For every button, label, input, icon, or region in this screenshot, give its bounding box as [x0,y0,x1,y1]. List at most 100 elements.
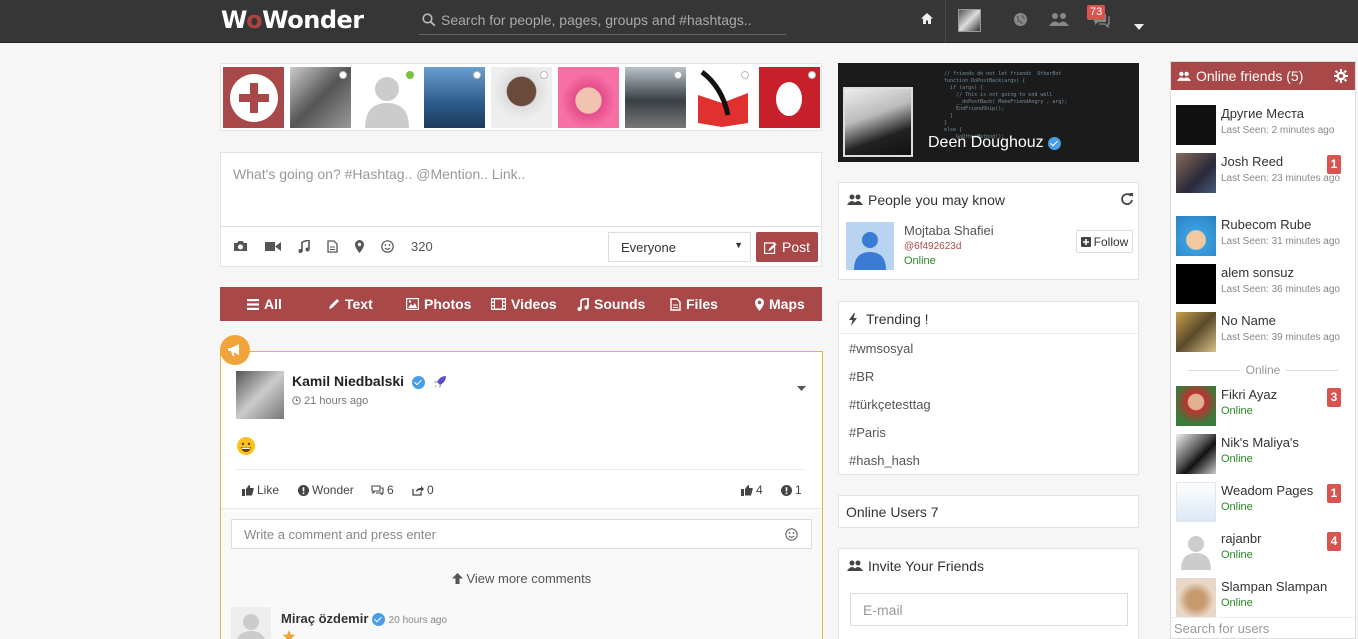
rocket-icon [433,376,446,389]
comment-input[interactable] [232,520,772,548]
create-story-button[interactable] [223,67,284,128]
post-author-name[interactable]: Kamil Niedbalski [292,373,404,389]
wonder-button[interactable]: Wonder [298,483,354,497]
home-icon[interactable] [920,12,934,28]
friend-name: Josh Reed [1221,154,1284,169]
users-icon [847,560,863,571]
widget-title: People you may know [847,192,1005,208]
music-icon[interactable] [298,239,310,253]
friend-name: Slampan Slampan [1221,579,1328,594]
unread-badge: 3 [1327,388,1341,407]
story-thumbnail[interactable] [692,67,753,128]
story-thumbnail[interactable] [357,67,418,128]
post-options-icon[interactable] [797,379,806,394]
globe-icon[interactable] [1013,12,1028,30]
post-button[interactable]: Post [756,232,818,262]
comment-author-name[interactable]: Miraç özdemir [281,611,368,626]
trending-tag[interactable]: #wmsosyal [849,341,913,356]
site-logo[interactable]: WoWonder [221,6,364,34]
unread-badge: 1 [1327,155,1341,174]
comment-author-avatar[interactable] [231,607,271,639]
widget-title: Trending ! [849,311,929,327]
sidebar-header: Online friends (5) [1171,62,1355,90]
wonders-count[interactable]: 1 [781,483,802,497]
suggested-user-status: Online [904,255,936,267]
friend-item[interactable]: No Name Last Seen: 39 minutes ago [1176,312,1354,356]
trending-tag[interactable]: #hash_hash [849,453,920,468]
filter-photos[interactable]: Photos [406,296,471,312]
follow-button[interactable]: Follow [1076,230,1133,253]
suggested-user-avatar[interactable] [846,222,894,270]
user-avatar[interactable] [958,9,981,32]
gear-icon[interactable] [1334,69,1348,86]
profile-avatar[interactable] [843,87,913,157]
likes-count[interactable]: 4 [741,483,763,497]
story-thumbnail[interactable] [290,67,351,128]
smiley-icon[interactable] [785,528,798,541]
story-thumbnail[interactable] [424,67,485,128]
filter-label: Maps [769,296,805,312]
story-thumbnail[interactable] [759,67,820,128]
camera-icon[interactable] [233,240,248,252]
friend-status: Online [1221,597,1253,609]
user-search-input[interactable] [1171,618,1351,638]
verified-icon [411,375,425,389]
trending-tag[interactable]: #Paris [849,425,886,440]
sidebar-search [1171,617,1355,639]
wonders-number: 1 [795,483,802,497]
post-author-avatar[interactable] [236,371,284,419]
online-users-widget[interactable]: Online Users 7 [838,495,1139,528]
friend-item[interactable]: Josh Reed Last Seen: 23 minutes ago 1 [1176,153,1354,197]
privacy-select[interactable]: Everyone ▼ [608,232,751,262]
widget-title: Invite Your Friends [847,558,984,574]
profile-name[interactable]: Deen Doughouz [928,134,1044,152]
unread-badge: 4 [1327,532,1341,551]
comment-header: Miraç özdemir 20 hours ago [281,611,447,627]
chevron-down-icon[interactable] [1134,18,1144,33]
filter-videos[interactable]: Videos [491,296,557,312]
friend-requests-icon[interactable] [1049,12,1069,30]
friend-avatar [1176,153,1216,193]
friend-item[interactable]: rajanbr Online 4 [1176,530,1354,574]
friend-item[interactable]: alem sonsuz Last Seen: 36 minutes ago [1176,264,1354,308]
search-box[interactable] [419,7,786,35]
share-button[interactable]: 0 [412,483,434,497]
post-textarea[interactable] [221,153,821,227]
suggested-user-name[interactable]: Mojtaba Shafiei [904,223,994,238]
filter-sounds[interactable]: Sounds [577,296,645,312]
friend-item[interactable]: Fikri Ayaz Online 3 [1176,386,1354,430]
refresh-icon[interactable] [1121,193,1133,208]
character-counter: 320 [411,238,433,254]
verified-icon [372,613,386,627]
filter-text[interactable]: Text [328,296,373,312]
friend-item[interactable]: Weadom Pages Online 1 [1176,482,1354,526]
story-thumbnail[interactable] [558,67,619,128]
friend-item[interactable]: Rubecom Rube Last Seen: 31 minutes ago [1176,216,1354,260]
friend-item[interactable]: Другие Места Last Seen: 2 minutes ago [1176,105,1354,149]
friend-avatar [1176,386,1216,426]
like-button[interactable]: Like [242,483,279,497]
status-dot [540,71,548,79]
trending-tag[interactable]: #türkçetesttag [849,397,931,412]
map-marker-icon[interactable] [355,239,364,253]
story-thumbnail[interactable] [491,67,552,128]
smiley-icon[interactable] [381,239,394,253]
post-actions-bar: Like Wonder 6 0 4 1 [236,469,806,509]
post-timestamp[interactable]: 21 hours ago [292,395,368,407]
filter-all[interactable]: All [247,296,282,312]
filter-maps[interactable]: Maps [755,296,805,312]
bolt-icon [849,312,857,326]
profile-cover-card[interactable]: // friends do not let friends OtherBot f… [838,63,1139,162]
video-camera-icon[interactable] [265,241,281,252]
view-more-comments[interactable]: View more comments [221,571,822,586]
comment-count-button[interactable]: 6 [371,483,394,497]
follow-label: Follow [1093,234,1129,249]
filter-files[interactable]: Files [670,296,718,312]
friend-item[interactable]: Nik's Maliya's Online [1176,434,1354,478]
file-icon[interactable] [327,239,338,253]
invite-email-input[interactable] [850,593,1128,626]
search-input[interactable] [441,7,781,33]
friend-item[interactable]: Slampan Slampan Online [1176,578,1354,622]
story-thumbnail[interactable] [625,67,686,128]
trending-tag[interactable]: #BR [849,369,874,384]
